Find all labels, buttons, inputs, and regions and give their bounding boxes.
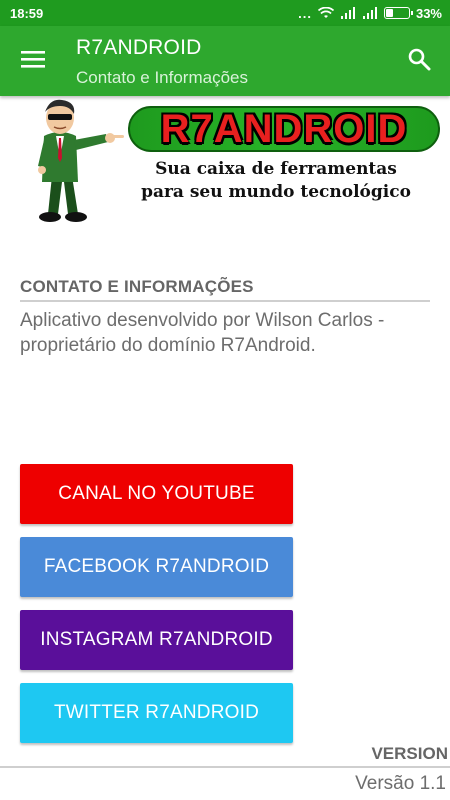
youtube-channel-button[interactable]: CANAL NO YOUTUBE (20, 464, 293, 524)
status-bar: 18:59 ... 33% (0, 0, 450, 26)
app-bar: R7ANDROID Contato e Informações (0, 26, 450, 96)
logo-wordmark: R7ANDROID (128, 106, 440, 152)
tagline: Sua caixa de ferramentas para seu mundo … (120, 158, 432, 204)
battery-icon (383, 7, 413, 19)
logo-text: R7ANDROID (160, 106, 408, 151)
app-subtitle: Contato e Informações (76, 68, 248, 87)
version-divider (0, 766, 450, 768)
hamburger-menu-icon (21, 50, 45, 73)
wifi-icon (317, 7, 334, 19)
search-button[interactable] (404, 46, 434, 76)
signal-dots-icon: ... (298, 5, 312, 21)
tagline-line-2: para seu mundo tecnológico (141, 182, 411, 202)
cell-signal-icon (362, 7, 378, 19)
app-title: R7ANDROID (76, 36, 202, 59)
search-icon (407, 47, 431, 76)
twitter-button[interactable]: TWITTER R7ANDROID (20, 683, 293, 743)
cell-signal-icon (340, 7, 356, 19)
facebook-button[interactable]: FACEBOOK R7ANDROID (20, 537, 293, 597)
banner: R7ANDROID Sua caixa de ferramentas para … (30, 96, 440, 224)
menu-button[interactable] (18, 46, 48, 76)
status-time: 18:59 (10, 5, 44, 21)
instagram-button[interactable]: INSTAGRAM R7ANDROID (20, 610, 293, 670)
tagline-line-1: Sua caixa de ferramentas (155, 159, 397, 179)
version-value: Versão 1.1 (355, 773, 446, 794)
battery-percent: 33% (415, 5, 442, 21)
section-title: CONTATO E INFORMAÇÕES (20, 277, 254, 296)
section-body: Aplicativo desenvolvido por Wilson Carlo… (20, 310, 385, 356)
version-label: VERSION (371, 744, 448, 763)
section-divider (20, 300, 430, 302)
status-icons: ... 33% (298, 6, 442, 21)
